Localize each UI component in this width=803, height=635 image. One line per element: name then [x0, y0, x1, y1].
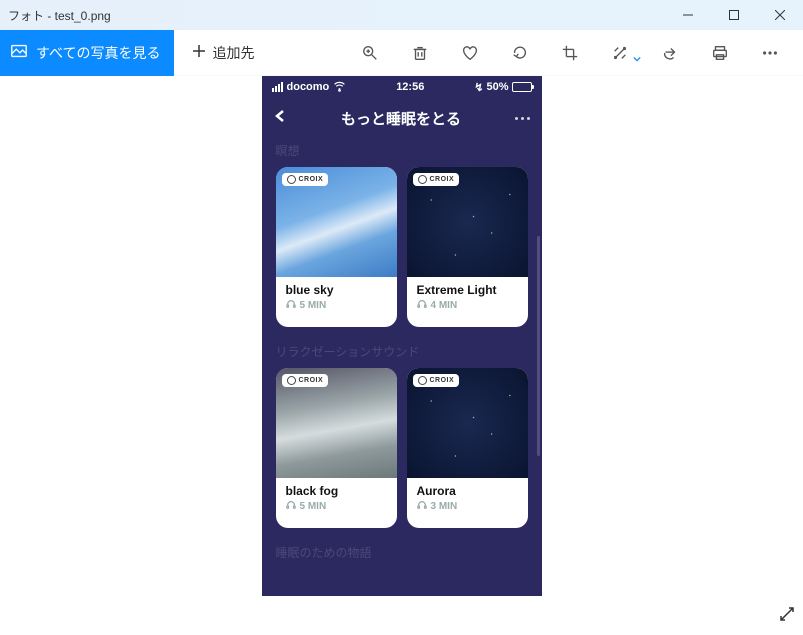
add-to-label: 追加先 [212, 43, 254, 63]
headphones-icon [286, 299, 296, 312]
back-button[interactable] [274, 109, 288, 128]
card-title: black fog [286, 484, 387, 498]
card-duration: 5 MIN [300, 300, 327, 311]
card-thumb: CROIX [407, 167, 528, 277]
plus-icon [192, 44, 206, 61]
chevron-down-icon [633, 50, 641, 68]
brand-badge: CROIX [413, 374, 460, 387]
resize-handle-icon[interactable] [779, 606, 795, 627]
card-title: Aurora [417, 484, 518, 498]
battery-pct-label: 50% [486, 81, 508, 93]
brand-badge: CROIX [282, 173, 329, 186]
signal-icon [272, 82, 283, 92]
print-button[interactable] [695, 30, 745, 76]
maximize-button[interactable] [711, 0, 757, 30]
close-button[interactable] [757, 0, 803, 30]
audio-card[interactable]: CROIX black fog 5 MIN [276, 368, 397, 528]
headphones-icon [417, 299, 427, 312]
window-controls [665, 0, 803, 30]
card-title: blue sky [286, 283, 387, 297]
audio-card[interactable]: CROIX blue sky 5 MIN [276, 167, 397, 327]
card-duration: 3 MIN [431, 501, 458, 512]
rotate-button[interactable] [495, 30, 545, 76]
edit-button[interactable] [595, 30, 645, 76]
phone-statusbar: docomo 12:56 ↯ 50% [262, 76, 542, 98]
image-viewer: docomo 12:56 ↯ 50% もっと睡眠をとる 瞑想 CROIX blu… [0, 76, 803, 635]
more-button[interactable] [745, 30, 795, 76]
audio-card[interactable]: CROIX Extreme Light 4 MIN [407, 167, 528, 327]
phone-screenshot: docomo 12:56 ↯ 50% もっと睡眠をとる 瞑想 CROIX blu… [262, 76, 542, 596]
carrier-label: docomo [287, 81, 330, 93]
nav-more-button[interactable] [515, 117, 530, 120]
headphones-icon [286, 500, 296, 513]
audio-card[interactable]: CROIX Aurora 3 MIN [407, 368, 528, 528]
photos-icon [10, 42, 28, 63]
wifi-icon [333, 79, 346, 95]
crop-button[interactable] [545, 30, 595, 76]
phone-navbar: もっと睡眠をとる [262, 98, 542, 138]
charging-icon: ↯ [474, 81, 483, 94]
add-to-button[interactable]: 追加先 [174, 30, 272, 76]
card-duration: 5 MIN [300, 501, 327, 512]
share-button[interactable] [645, 30, 695, 76]
nav-title: もっと睡眠をとる [288, 108, 515, 129]
battery-icon [512, 82, 532, 92]
headphones-icon [417, 500, 427, 513]
zoom-button[interactable] [345, 30, 395, 76]
favorite-button[interactable] [445, 30, 495, 76]
scrollbar[interactable] [537, 236, 540, 456]
minimize-button[interactable] [665, 0, 711, 30]
window-titlebar: フォト - test_0.png [0, 0, 803, 30]
view-all-photos-button[interactable]: すべての写真を見る [0, 30, 174, 76]
card-title: Extreme Light [417, 283, 518, 297]
window-title: フォト - test_0.png [8, 7, 665, 24]
toolbar-actions [345, 30, 803, 76]
card-grid: CROIX black fog 5 MIN CROIX Aurora 3 MIN [262, 368, 542, 528]
section-label: 瞑想 [262, 138, 542, 167]
brand-badge: CROIX [413, 173, 460, 186]
card-duration: 4 MIN [431, 300, 458, 311]
card-thumb: CROIX [276, 167, 397, 277]
section-label: 睡眠のための物語 [262, 540, 542, 569]
section-label: リラクゼーションサウンド [262, 339, 542, 368]
view-all-label: すべての写真を見る [36, 43, 160, 63]
card-thumb: CROIX [276, 368, 397, 478]
brand-badge: CROIX [282, 374, 329, 387]
app-toolbar: すべての写真を見る 追加先 [0, 30, 803, 76]
card-grid: CROIX blue sky 5 MIN CROIX Extreme Light… [262, 167, 542, 327]
clock-label: 12:56 [346, 81, 474, 93]
card-thumb: CROIX [407, 368, 528, 478]
delete-button[interactable] [395, 30, 445, 76]
